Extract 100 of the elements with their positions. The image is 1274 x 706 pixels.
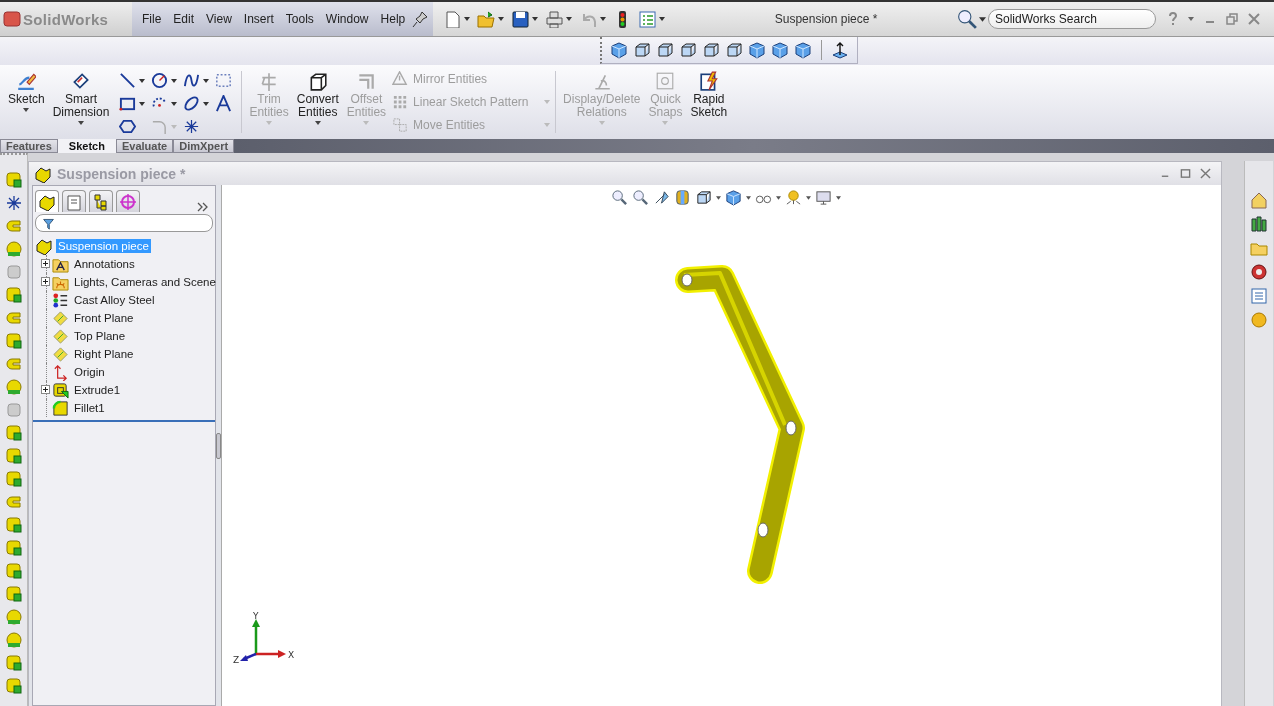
restore-icon[interactable] [1226, 13, 1238, 25]
tree-item[interactable]: Origin [72, 365, 107, 379]
tab[interactable]: Evaluate [115, 139, 174, 153]
wireframe-cube-icon[interactable] [725, 41, 743, 59]
expand-chevron-icon[interactable] [197, 202, 209, 212]
menu-item[interactable]: Help [374, 12, 412, 26]
caret-icon[interactable] [498, 17, 505, 21]
view-orientation-icon[interactable] [694, 189, 712, 206]
point-icon[interactable] [183, 118, 201, 135]
caret-icon[interactable] [715, 195, 721, 200]
search-field[interactable]: SolidWorks Search [988, 9, 1156, 29]
shaded-cube-icon[interactable] [794, 41, 812, 59]
splitter-handle[interactable] [216, 432, 221, 459]
feature-tool-icon[interactable] [4, 447, 23, 465]
wireframe-cube-icon[interactable] [702, 41, 720, 59]
tab[interactable]: DimXpert [173, 139, 235, 153]
normal-to-icon[interactable] [831, 41, 849, 59]
menu-item[interactable]: Tools [279, 12, 320, 26]
shaded-cube-icon[interactable] [748, 41, 766, 59]
caret-icon[interactable] [805, 195, 811, 200]
feature-tool-icon[interactable] [4, 562, 23, 580]
printer-icon[interactable] [545, 10, 564, 28]
view-settings-icon[interactable] [814, 189, 832, 206]
close-icon[interactable] [1200, 168, 1211, 179]
caret-icon[interactable] [171, 101, 178, 106]
feature-tool-icon[interactable] [4, 654, 23, 672]
open-folder-icon[interactable] [477, 10, 496, 28]
tree-item[interactable]: Lights, Cameras and Scene [72, 275, 218, 289]
menu-item[interactable]: Window [319, 12, 375, 26]
tree-item[interactable]: Top Plane [72, 329, 128, 343]
panel-tab[interactable] [35, 190, 59, 212]
display-style-icon[interactable] [724, 189, 742, 206]
caret-icon[interactable] [659, 17, 666, 21]
sphere-icon[interactable] [1250, 311, 1268, 329]
caret-icon[interactable] [203, 101, 210, 106]
ribbon-tool-button[interactable]: Smart Dimension [48, 69, 114, 139]
tree-item[interactable]: Extrude1 [72, 383, 123, 397]
circle-icon[interactable] [151, 72, 169, 89]
appearance-icon[interactable] [1250, 263, 1268, 281]
caret-icon[interactable] [171, 78, 178, 83]
wireframe-cube-icon[interactable] [633, 41, 651, 59]
shaded-cube-icon[interactable] [610, 41, 628, 59]
shaded-cube-icon[interactable] [771, 41, 789, 59]
feature-tool-icon[interactable] [4, 516, 23, 534]
tree-item[interactable]: Front Plane [72, 311, 136, 325]
feature-tool-icon[interactable] [4, 194, 23, 212]
tab[interactable]: Sketch [57, 139, 116, 153]
expander-icon[interactable] [41, 277, 50, 286]
dashed-grid-icon[interactable] [215, 72, 233, 89]
polygon-icon[interactable] [119, 118, 137, 135]
feature-tool-icon[interactable] [4, 171, 23, 189]
menu-item[interactable]: View [200, 12, 238, 26]
feature-tool-icon[interactable] [4, 470, 23, 488]
feature-tool-icon[interactable] [4, 332, 23, 350]
save-icon[interactable] [511, 10, 530, 28]
caret-icon[interactable] [745, 195, 751, 200]
caret-icon[interactable] [600, 17, 607, 21]
filter-field[interactable] [35, 214, 213, 232]
menu-item[interactable]: Edit [167, 12, 201, 26]
spline-icon[interactable] [183, 72, 201, 89]
menu-item[interactable]: Insert [237, 12, 280, 26]
ribbon-tool-button[interactable]: Convert Entities [292, 69, 343, 139]
home-icon[interactable] [1250, 191, 1268, 209]
close-icon[interactable] [1248, 13, 1260, 25]
tree-item[interactable]: Right Plane [72, 347, 136, 361]
feature-tool-icon[interactable] [4, 539, 23, 557]
ribbon-tool-button[interactable]: Rapid Sketch [686, 69, 732, 139]
caret-icon[interactable] [203, 78, 210, 83]
tab[interactable]: Features [0, 139, 58, 153]
ellipse-icon[interactable] [183, 95, 201, 112]
wireframe-cube-icon[interactable] [679, 41, 697, 59]
ribbon-tool-button[interactable]: Sketch [4, 69, 49, 139]
caret-icon[interactable] [775, 195, 781, 200]
zoom-area-icon[interactable] [631, 189, 649, 206]
section-view-icon[interactable] [673, 189, 691, 206]
maximize-icon[interactable] [1180, 168, 1191, 179]
feature-tool-icon[interactable] [4, 585, 23, 603]
expander-icon[interactable] [41, 385, 50, 394]
caret-icon[interactable] [835, 195, 841, 200]
feature-tool-icon[interactable] [4, 424, 23, 442]
feature-tool-icon[interactable] [4, 677, 23, 695]
tree-item[interactable]: Annotations [72, 257, 137, 271]
library-icon[interactable] [1250, 215, 1268, 233]
feature-tool-icon[interactable] [4, 286, 23, 304]
rectangle-icon[interactable] [119, 95, 137, 112]
tree-item[interactable]: Fillet1 [72, 401, 107, 415]
wireframe-cube-icon[interactable] [656, 41, 674, 59]
caret-icon[interactable] [139, 78, 146, 83]
menu-item[interactable]: File [136, 12, 168, 26]
caret-icon[interactable] [532, 17, 539, 21]
caret-icon[interactable] [139, 101, 146, 106]
panel-tab[interactable] [89, 190, 113, 212]
line-icon[interactable] [119, 72, 137, 89]
help-icon[interactable] [1168, 12, 1178, 26]
caret-icon[interactable] [566, 17, 573, 21]
caret-icon[interactable] [979, 16, 986, 22]
expander-icon[interactable] [41, 259, 50, 268]
caret-icon[interactable] [464, 17, 471, 21]
zoom-to-fit-icon[interactable] [610, 189, 628, 206]
pin-icon[interactable] [411, 10, 430, 28]
